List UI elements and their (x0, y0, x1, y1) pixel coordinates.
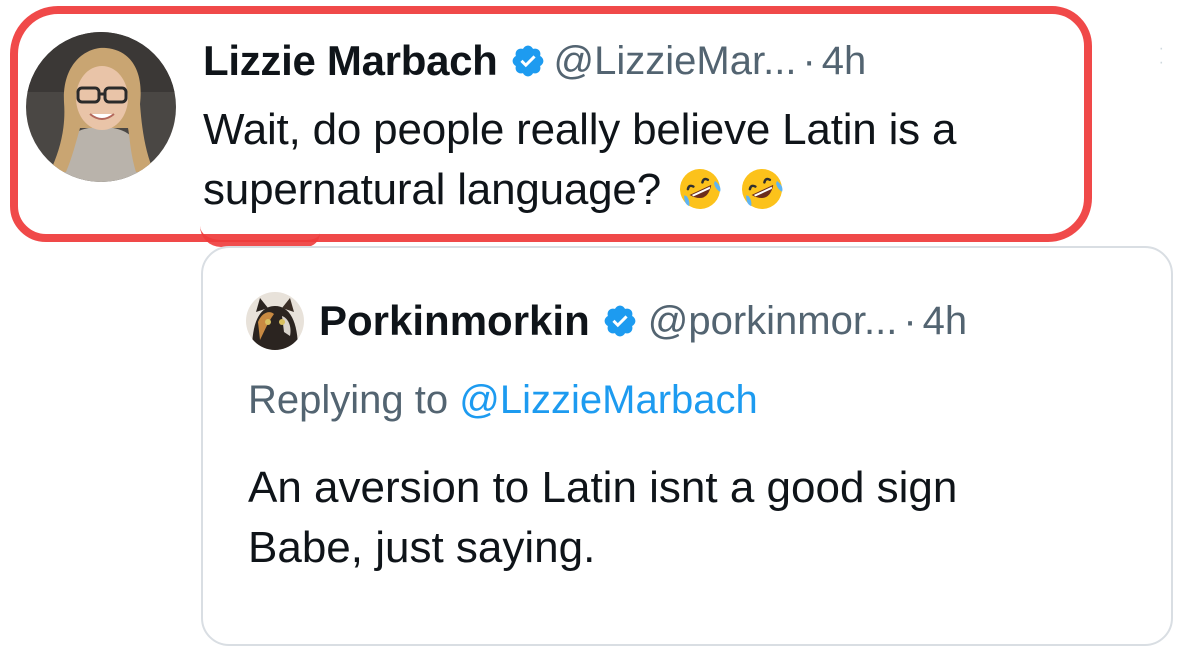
tweet-text: Wait, do people really believe Latin is … (203, 100, 1083, 220)
timestamp[interactable]: 4h (822, 39, 867, 84)
tweet-body: Wait, do people really believe Latin is … (203, 105, 957, 214)
replying-to-label: Replying to (248, 378, 449, 422)
quoted-reply-card[interactable]: Porkinmorkin @porkinmor... · 4h Replying… (201, 246, 1173, 646)
rolling-laughing-emoji-icon (677, 166, 723, 212)
rolling-laughing-emoji-icon (739, 166, 785, 212)
verified-badge-icon (510, 43, 546, 79)
mention-link[interactable]: @LizzieMarbach (459, 378, 758, 422)
verified-badge-icon (602, 303, 638, 339)
quoted-text-line: Babe, just saying. (248, 523, 596, 572)
display-name[interactable]: Lizzie Marbach (203, 37, 498, 85)
display-name[interactable]: Porkinmorkin (319, 297, 590, 345)
separator-dot: · (802, 38, 816, 83)
quoted-text-line: An aversion to Latin isnt a good sign (248, 463, 958, 512)
replying-to-line: Replying to @LizzieMarbach (248, 378, 758, 423)
separator-dot: · (903, 298, 917, 343)
avatar[interactable] (26, 32, 176, 182)
timestamp[interactable]: 4h (923, 299, 968, 344)
quoted-tweet-header: Porkinmorkin @porkinmor... · 4h (319, 294, 967, 348)
main-tweet[interactable]: Lizzie Marbach @LizzieMar... · 4h · · Wai… (0, 0, 1200, 250)
quoted-tweet-text: An aversion to Latin isnt a good sign Ba… (248, 458, 1128, 578)
user-handle[interactable]: @LizzieMar... (554, 39, 797, 84)
more-options-icon[interactable]: · · (1159, 41, 1164, 71)
avatar[interactable] (246, 292, 304, 350)
tweet-header: Lizzie Marbach @LizzieMar... · 4h (203, 36, 866, 86)
user-handle[interactable]: @porkinmor... (648, 299, 898, 344)
